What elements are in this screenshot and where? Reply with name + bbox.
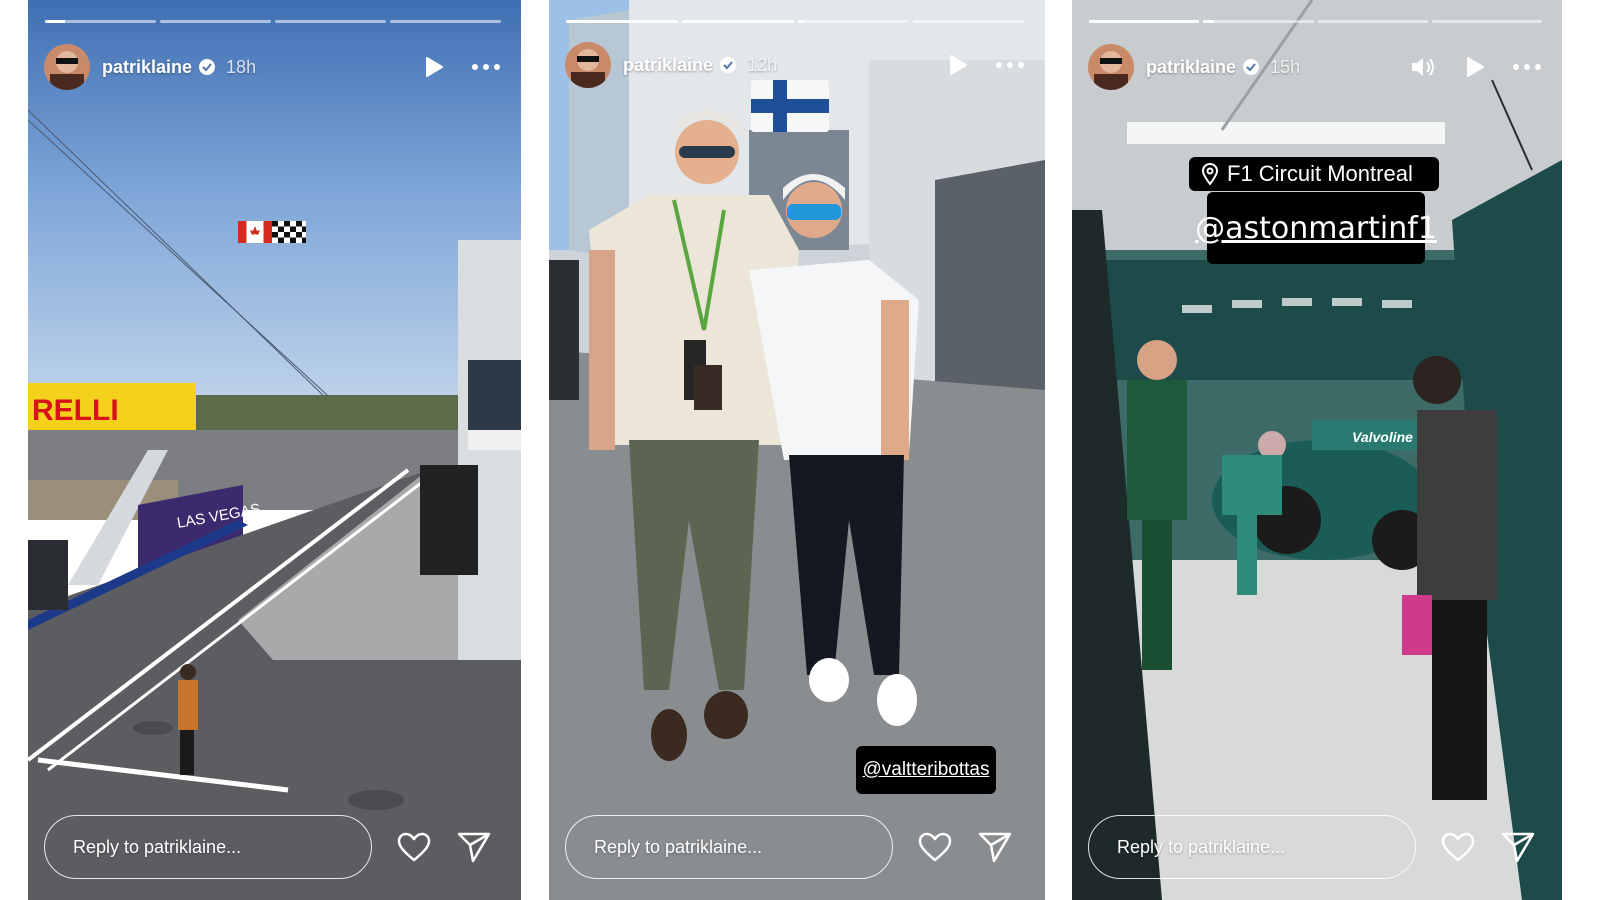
reply-input[interactable]: Reply to patriklaine... [44,815,372,879]
heart-icon[interactable] [396,829,432,865]
story-header: patriklaine 18h [44,42,501,92]
progress-segment [566,20,678,23]
post-time: 15h [1270,56,1301,77]
more-options-icon[interactable] [1512,52,1542,82]
progress-segment [160,20,271,23]
story-progress-bar [1089,20,1542,23]
progress-segment [913,20,1025,23]
progress-segment [1317,20,1428,23]
send-icon[interactable] [1500,829,1536,865]
story-panel-3[interactable]: Valvoline patriklaine 15h F1 Circuit Mon… [1072,0,1562,900]
avatar[interactable] [565,42,611,88]
story-panel-1[interactable]: RELLI LAS VEGAS patriklaine 18h Reply to… [28,0,521,900]
story-3-photo: Valvoline [1072,0,1562,900]
progress-segment [1431,20,1542,23]
progress-segment [390,20,501,23]
valvoline-logo: Valvoline [1352,429,1413,445]
progress-segment [681,20,794,23]
pirelli-banner: RELLI [32,394,119,427]
heart-icon[interactable] [917,829,953,865]
avatar[interactable] [44,44,90,90]
more-options-icon[interactable] [995,50,1025,80]
play-icon[interactable] [943,50,973,80]
progress-segment [797,20,910,23]
story-footer: Reply to patriklaine... [44,814,501,880]
send-icon[interactable] [456,829,492,865]
verified-badge-icon [199,59,216,75]
story-progress-bar [45,20,501,23]
reply-input[interactable]: Reply to patriklaine... [1088,815,1416,879]
heart-icon[interactable] [1440,829,1476,865]
checkered-flag-icon [272,221,306,243]
location-label: F1 Circuit Montreal [1227,161,1413,186]
story-header: patriklaine 12h [565,40,1025,90]
flag-stickers [238,221,306,243]
verified-badge-icon [1243,59,1260,75]
username[interactable]: patriklaine [1146,57,1236,78]
play-icon[interactable] [419,52,449,82]
post-time: 18h [226,56,257,77]
mention-sticker[interactable]: @valtteribottas [856,746,996,794]
story-footer: Reply to patriklaine... [1088,814,1542,880]
story-1-photo: RELLI LAS VEGAS [28,0,521,900]
story-footer: Reply to patriklaine... [565,814,1025,880]
post-time: 12h [747,54,778,75]
story-progress-bar [566,20,1025,23]
username[interactable]: patriklaine [623,55,713,76]
progress-segment [1089,20,1200,23]
location-pin-icon [1201,163,1219,185]
reply-input[interactable]: Reply to patriklaine... [565,815,893,879]
username[interactable]: patriklaine [102,57,192,78]
story-panel-2[interactable]: patriklaine 12h @valtteribottas Reply to… [549,0,1045,900]
mention-sticker[interactable]: @astonmartinf1 [1195,192,1437,264]
progress-segment [45,20,156,23]
sound-on-icon[interactable] [1408,52,1438,82]
location-sticker[interactable]: F1 Circuit Montreal [1189,157,1439,191]
more-options-icon[interactable] [471,52,501,82]
progress-segment [1203,20,1314,23]
verified-badge-icon [720,57,737,73]
play-icon[interactable] [1460,52,1490,82]
canada-flag-icon [238,221,272,243]
avatar[interactable] [1088,44,1134,90]
progress-segment [275,20,386,23]
story-header: patriklaine 15h [1088,42,1542,92]
send-icon[interactable] [977,829,1013,865]
